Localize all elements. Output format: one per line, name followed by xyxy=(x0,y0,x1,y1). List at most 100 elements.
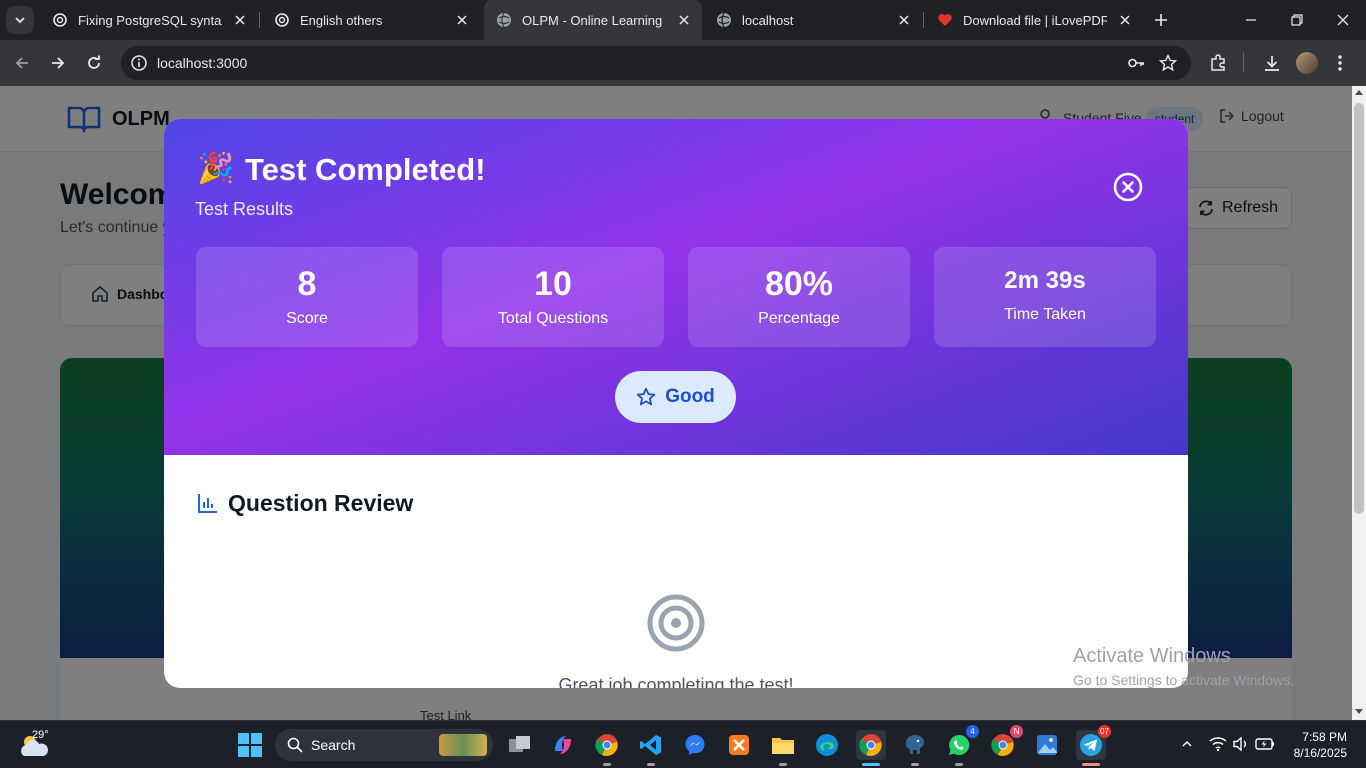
edge-app[interactable] xyxy=(812,730,842,760)
chrome-app[interactable] xyxy=(592,730,622,766)
windows-logo-quad xyxy=(238,746,249,757)
postgres-app[interactable] xyxy=(900,730,930,766)
file-explorer-app[interactable] xyxy=(768,730,798,766)
task-view-app[interactable] xyxy=(505,730,535,760)
arrow-right-icon xyxy=(52,57,65,69)
chrome-profile-app[interactable]: N xyxy=(988,725,1023,760)
minimize-button[interactable] xyxy=(1228,0,1274,40)
windows-taskbar: 29° Search 4 N 07 7:58 PM 8/16/2025 xyxy=(0,720,1366,768)
vscode-icon xyxy=(640,735,661,755)
close-icon[interactable] xyxy=(674,10,694,30)
browser-toolbar: localhost:3000 xyxy=(0,40,1366,86)
profile-badge: N xyxy=(1010,725,1023,738)
download-icon xyxy=(1265,56,1279,71)
forward-button[interactable] xyxy=(44,49,72,77)
modal-subtitle: Test Results xyxy=(195,199,294,219)
kebab-menu-icon xyxy=(1338,55,1342,71)
taskbar-clock[interactable]: 7:58 PM 8/16/2025 xyxy=(1285,729,1347,761)
browser-tab-4[interactable]: localhost xyxy=(704,0,922,40)
chrome-app-active[interactable] xyxy=(856,730,886,766)
menu-button[interactable] xyxy=(1326,49,1354,77)
show-hidden-icons-button[interactable] xyxy=(1177,734,1197,754)
clock-date: 8/16/2025 xyxy=(1293,746,1347,760)
close-window-button[interactable] xyxy=(1320,0,1366,40)
activate-windows-watermark: Activate Windows Go to Settings to activ… xyxy=(1073,645,1294,688)
running-indicator xyxy=(911,763,919,766)
telegram-app[interactable]: 07 xyxy=(1076,725,1111,766)
close-icon[interactable] xyxy=(452,10,472,30)
target-icon xyxy=(647,594,705,652)
grade-badge: Good xyxy=(615,371,736,423)
start-button[interactable] xyxy=(238,733,262,757)
stat-time-taken: 2m 39s Time Taken xyxy=(934,247,1156,347)
stat-value: 80% xyxy=(764,265,834,303)
edge-icon xyxy=(816,734,838,756)
speaker-icon xyxy=(1233,736,1246,752)
scroll-up-arrow[interactable] xyxy=(1355,90,1363,95)
downloads-button[interactable] xyxy=(1258,49,1286,77)
taskbar-search[interactable]: Search xyxy=(275,729,493,761)
question-review-title: Question Review xyxy=(228,490,414,516)
browser-tab-strip: Fixing PostgreSQL syntax err English oth… xyxy=(0,0,1366,40)
windows-logo-quad xyxy=(238,733,249,744)
heart-icon xyxy=(937,12,953,28)
clock-time: 7:58 PM xyxy=(1302,730,1347,744)
address-bar[interactable]: localhost:3000 xyxy=(121,46,1191,80)
tab-separator xyxy=(923,12,924,28)
globe-icon xyxy=(496,12,512,28)
xampp-app[interactable] xyxy=(724,730,754,760)
scroll-thumb[interactable] xyxy=(1354,103,1364,514)
new-tab-button[interactable] xyxy=(1150,9,1172,31)
active-indicator xyxy=(1082,763,1100,766)
browser-tab-3-active[interactable]: OLPM - Online Learning Platf xyxy=(484,0,702,40)
volume-status[interactable] xyxy=(1231,734,1251,754)
close-icon[interactable] xyxy=(1115,10,1135,30)
back-button[interactable] xyxy=(8,49,36,77)
stat-value: 10 xyxy=(534,265,572,303)
tab-search-button[interactable] xyxy=(6,6,34,34)
url-text[interactable]: localhost:3000 xyxy=(157,55,247,71)
battery-status[interactable] xyxy=(1255,734,1275,754)
reload-button[interactable] xyxy=(80,49,108,77)
scroll-down-arrow[interactable] xyxy=(1355,709,1363,714)
active-indicator xyxy=(862,763,880,766)
browser-tab-2[interactable]: English others xyxy=(262,0,480,40)
tab-title: Fixing PostgreSQL syntax err xyxy=(78,12,222,28)
restore-button[interactable] xyxy=(1274,0,1320,40)
extensions-button[interactable] xyxy=(1204,49,1232,77)
whatsapp-app[interactable]: 4 xyxy=(944,725,979,766)
wifi-icon xyxy=(1209,737,1227,752)
profile-avatar[interactable] xyxy=(1296,52,1318,74)
elephant-icon xyxy=(906,735,924,754)
running-indicator xyxy=(779,763,787,766)
windows-logo-quad xyxy=(251,746,262,757)
modal-header: 🎉 Test Completed! Test Results 8 Score 1… xyxy=(164,119,1188,455)
grade-label: Good xyxy=(665,386,715,407)
search-icon xyxy=(287,737,303,753)
copilot-app[interactable] xyxy=(548,730,578,760)
vscode-app[interactable] xyxy=(636,730,666,766)
site-info-icon[interactable] xyxy=(130,54,148,72)
wifi-status[interactable] xyxy=(1208,734,1228,754)
battery-charging-icon xyxy=(1255,738,1274,750)
running-indicator xyxy=(955,763,963,766)
photos-app[interactable] xyxy=(1032,730,1062,760)
notification-badge: 4 xyxy=(966,725,979,738)
running-indicator xyxy=(603,763,611,766)
close-icon[interactable] xyxy=(894,10,914,30)
close-modal-button[interactable] xyxy=(1112,171,1144,203)
whatsapp-icon xyxy=(949,734,970,755)
messenger-app[interactable] xyxy=(680,730,710,760)
folder-icon xyxy=(772,738,794,754)
close-icon[interactable] xyxy=(230,10,250,30)
browser-tab-1[interactable]: Fixing PostgreSQL syntax err xyxy=(40,0,258,40)
password-key-icon[interactable] xyxy=(1126,53,1146,73)
browser-tab-5[interactable]: Download file | iLovePDF xyxy=(925,0,1143,40)
minimize-icon xyxy=(1246,19,1256,21)
bookmark-star-icon[interactable] xyxy=(1158,53,1178,73)
watermark-line-2: Go to Settings to activate Windows. xyxy=(1073,672,1294,688)
xampp-icon xyxy=(729,735,749,755)
star-icon xyxy=(636,387,656,406)
toolbar-divider xyxy=(1243,52,1244,72)
page-scrollbar[interactable] xyxy=(1352,86,1366,720)
